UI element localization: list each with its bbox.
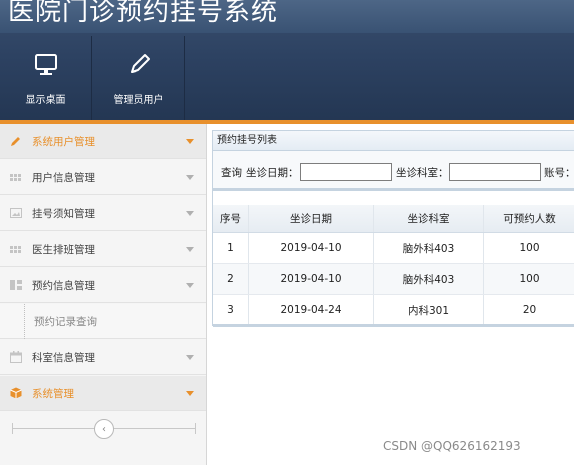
sidebar-item-label: 医生排班管理 bbox=[32, 243, 95, 256]
app-title: 医院门诊预约挂号系统 bbox=[8, 0, 279, 27]
sidebar-item-registration-notice[interactable]: 挂号须知管理 bbox=[0, 196, 206, 231]
admin-user-label: 管理员用户 bbox=[113, 95, 164, 106]
appointment-list-panel: 预约挂号列表 查询 坐诊日期： 坐诊科室： 账号： 序号 坐诊日期 坐诊科室 可… bbox=[212, 130, 574, 327]
table-cell: 3 bbox=[213, 295, 249, 325]
table-cell: 脑外科403 bbox=[374, 264, 484, 294]
sidebar-subitem-label: 预约记录查询 bbox=[34, 315, 97, 328]
calendar-icon bbox=[10, 351, 22, 363]
chevron-down-icon bbox=[186, 282, 194, 288]
admin-user-button[interactable]: 管理员用户 bbox=[93, 36, 185, 120]
search-bar: 查询 坐诊日期： 坐诊科室： 账号： bbox=[213, 151, 574, 191]
column-header[interactable]: 坐诊科室 bbox=[374, 205, 484, 232]
chevron-down-icon bbox=[186, 390, 194, 396]
chevron-down-icon bbox=[186, 210, 194, 216]
sidebar-collapse-bar: ‹ bbox=[0, 410, 206, 450]
table-cell: 2 bbox=[213, 264, 249, 294]
monitor-icon bbox=[34, 54, 57, 75]
department-label: 坐诊科室： bbox=[396, 167, 449, 179]
tree-line bbox=[24, 303, 25, 339]
main-content: 预约挂号列表 查询 坐诊日期： 坐诊科室： 账号： 序号 坐诊日期 坐诊科室 可… bbox=[208, 124, 574, 465]
table-cell: 2019-04-10 bbox=[249, 264, 374, 294]
sidebar-item-label: 挂号须知管理 bbox=[32, 207, 95, 220]
watermark: CSDN @QQ626162193 bbox=[383, 439, 521, 453]
table-cell: 1 bbox=[213, 233, 249, 263]
table-cell: 内科301 bbox=[374, 295, 484, 325]
sidebar-item-department-info[interactable]: 科室信息管理 bbox=[0, 340, 206, 375]
columns-icon bbox=[10, 280, 22, 290]
sidebar-item-system-management[interactable]: 系统管理 bbox=[0, 376, 206, 411]
panel-bottom-border bbox=[213, 324, 574, 327]
pencil-icon bbox=[11, 137, 20, 146]
sidebar-item-label: 用户信息管理 bbox=[32, 171, 95, 184]
chevron-down-icon bbox=[186, 246, 194, 252]
pencil-icon bbox=[130, 54, 150, 73]
table-cell: 2019-04-10 bbox=[249, 233, 374, 263]
grid-icon bbox=[10, 246, 21, 253]
show-desktop-label: 显示桌面 bbox=[25, 95, 66, 106]
chevron-down-icon bbox=[186, 354, 194, 360]
date-label: 坐诊日期： bbox=[246, 167, 299, 179]
panel-title: 预约挂号列表 bbox=[213, 131, 574, 151]
chevron-left-icon: ‹ bbox=[102, 423, 106, 435]
grid-icon bbox=[10, 174, 21, 181]
box-icon bbox=[10, 387, 22, 399]
image-icon bbox=[10, 208, 22, 218]
table-row[interactable]: 3 2019-04-24 内科301 20 bbox=[213, 295, 574, 326]
toolbar: 显示桌面 管理员用户 bbox=[0, 36, 574, 120]
sidebar-item-doctor-schedule[interactable]: 医生排班管理 bbox=[0, 232, 206, 267]
column-header[interactable]: 可预约人数 bbox=[484, 205, 574, 232]
table-cell: 脑外科403 bbox=[374, 233, 484, 263]
table-row[interactable]: 1 2019-04-10 脑外科403 100 bbox=[213, 233, 574, 264]
table-cell: 100 bbox=[519, 273, 540, 285]
show-desktop-button[interactable]: 显示桌面 bbox=[0, 36, 92, 120]
app-header: 医院门诊预约挂号系统 显示桌面 管理员用户 bbox=[0, 0, 574, 124]
sidebar-item-label: 系统管理 bbox=[32, 387, 74, 400]
query-label: 查询 bbox=[221, 167, 242, 179]
sidebar-item-label: 系统用户管理 bbox=[32, 135, 95, 148]
sidebar-item-label: 预约信息管理 bbox=[32, 279, 95, 292]
table-cell: 20 bbox=[522, 304, 537, 316]
date-input[interactable] bbox=[300, 163, 392, 181]
sidebar-item-appointment-info[interactable]: 预约信息管理 bbox=[0, 268, 206, 303]
table-header: 序号 坐诊日期 坐诊科室 可预约人数 bbox=[213, 205, 574, 233]
sidebar-item-user-info[interactable]: 用户信息管理 bbox=[0, 160, 206, 195]
table-cell: 100 bbox=[519, 242, 540, 254]
sidebar-item-system-users[interactable]: 系统用户管理 bbox=[0, 124, 206, 159]
collapse-sidebar-button[interactable]: ‹ bbox=[94, 419, 114, 439]
sidebar: 系统用户管理 用户信息管理 挂号须知管理 医生排班管理 预约信息管理 预约记录查… bbox=[0, 124, 207, 465]
department-input[interactable] bbox=[449, 163, 541, 181]
table-cell: 2019-04-24 bbox=[249, 295, 374, 325]
title-bar: 医院门诊预约挂号系统 bbox=[0, 0, 574, 33]
chevron-down-icon bbox=[186, 174, 194, 180]
sidebar-subitem-appointment-query[interactable]: 预约记录查询 bbox=[0, 303, 206, 339]
table-row[interactable]: 2 2019-04-10 脑外科403 100 bbox=[213, 264, 574, 295]
account-label: 账号： bbox=[544, 167, 574, 179]
column-header[interactable]: 坐诊日期 bbox=[249, 205, 374, 232]
column-header[interactable]: 序号 bbox=[213, 205, 249, 232]
chevron-down-icon bbox=[186, 138, 194, 144]
sidebar-item-label: 科室信息管理 bbox=[32, 351, 95, 364]
